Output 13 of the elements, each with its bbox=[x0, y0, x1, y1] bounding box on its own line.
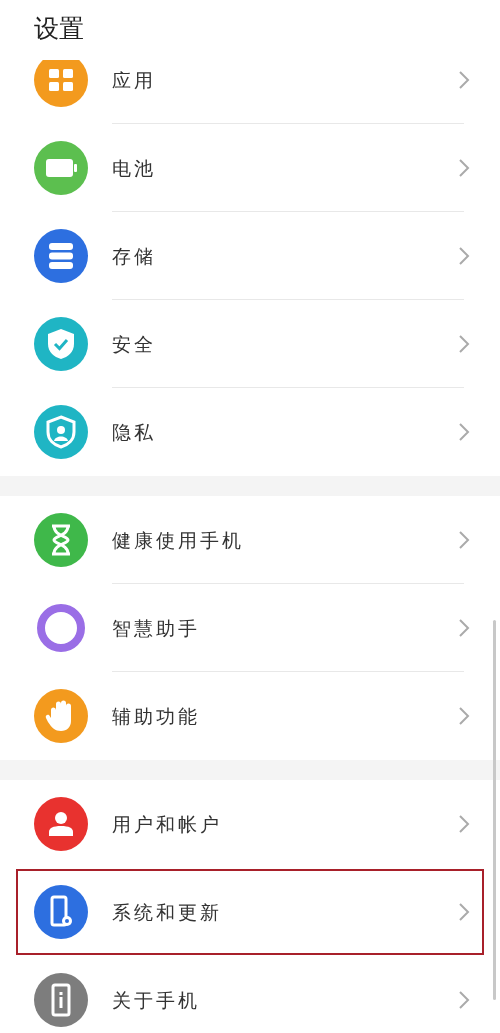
chevron-icon bbox=[458, 422, 470, 442]
settings-item[interactable]: 系统和更新 bbox=[15, 868, 485, 956]
chevron-icon bbox=[458, 814, 470, 834]
chevron-icon bbox=[458, 158, 470, 178]
chevron-icon bbox=[458, 70, 470, 90]
chevron-icon bbox=[458, 902, 470, 922]
chevron-icon bbox=[458, 530, 470, 550]
page-title: 设置 bbox=[34, 16, 85, 41]
chevron-icon bbox=[458, 706, 470, 726]
chevron-icon bbox=[458, 990, 470, 1010]
chevron-icon bbox=[458, 618, 470, 638]
chevron-icon bbox=[458, 246, 470, 266]
chevron-icon bbox=[458, 334, 470, 354]
